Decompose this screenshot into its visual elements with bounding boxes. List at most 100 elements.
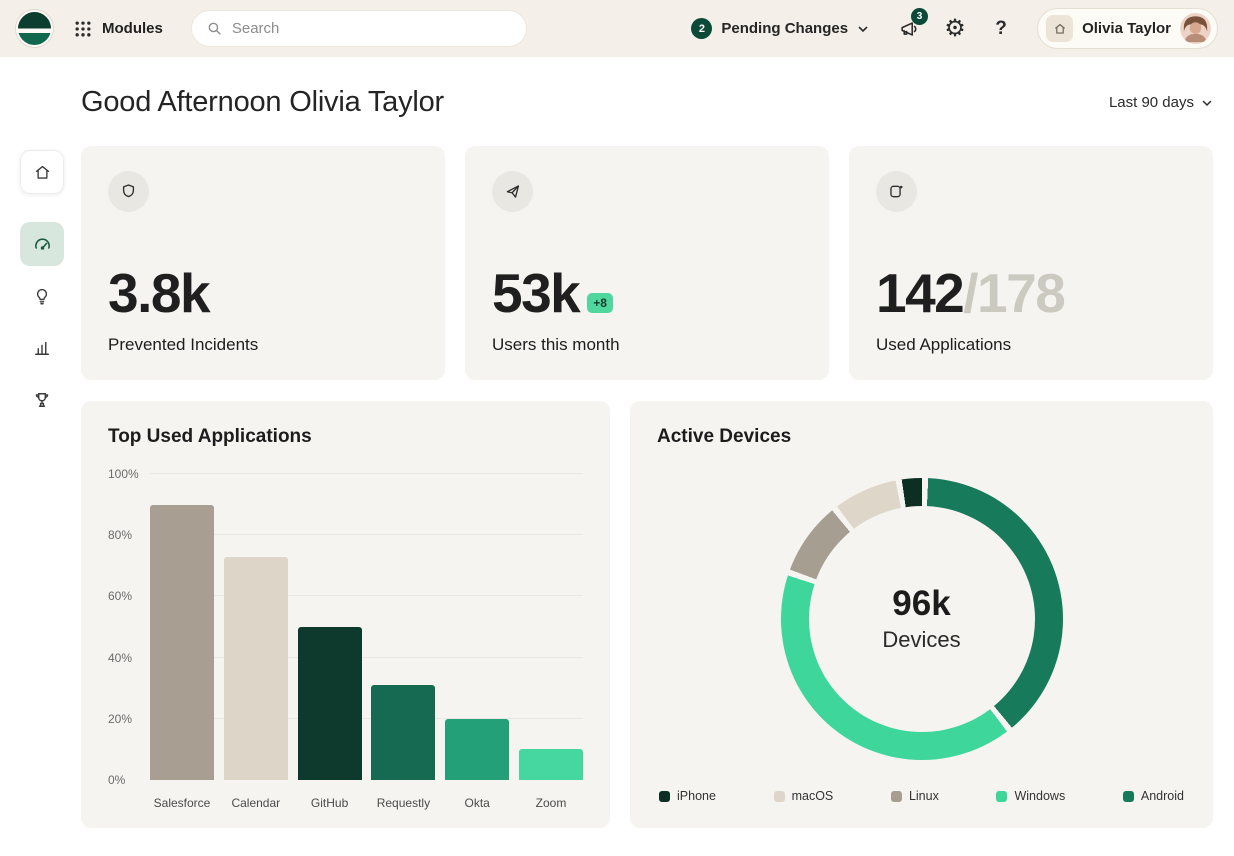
stat-value-total: /178 [963, 261, 1066, 324]
app-window-icon [876, 171, 917, 212]
legend-item-windows: Windows [996, 789, 1065, 803]
notifications-count-badge: 3 [911, 7, 929, 25]
org-home-icon [1046, 15, 1074, 42]
bar-y-axis: 0% 20% 40% 60% 80% 100% [108, 467, 150, 787]
stat-card-prevented-incidents: 3.8k Prevented Incidents [81, 146, 445, 380]
charts-row: Top Used Applications 0% 20% 40% 60% 80% 100%… [81, 401, 1213, 828]
search-input[interactable] [231, 20, 512, 37]
y-tick-label: 40% [108, 650, 133, 665]
bar-zoom [518, 749, 583, 780]
sidebar-item-home[interactable] [20, 150, 64, 194]
active-devices-card: Active Devices 96k Devices iPhone macOS Li… [630, 401, 1213, 828]
pending-changes-label: Pending Changes [721, 20, 849, 37]
shield-icon [108, 171, 149, 212]
pending-changes-count-badge: 2 [691, 18, 713, 39]
legend-item-linux: Linux [890, 789, 939, 803]
user-name: Olivia Taylor [1082, 20, 1171, 37]
bar-github [297, 627, 362, 780]
bar-chart-icon [32, 338, 52, 358]
main-content: Good Afternoon Olivia Taylor Last 90 day… [81, 57, 1213, 828]
home-icon [33, 163, 52, 182]
y-tick-label: 20% [108, 711, 133, 726]
x-axis-label: GitHub [310, 796, 349, 810]
stat-value: 53k [492, 261, 581, 324]
trophy-icon [32, 390, 52, 410]
x-axis-label: Okta [464, 796, 490, 810]
donut-legend: iPhone macOS Linux Windows Android [657, 789, 1186, 803]
date-range-selector[interactable]: Last 90 days [1109, 94, 1213, 111]
bar-x-labels: Salesforce Calendar GitHub Requestly Okta Zoo… [150, 796, 583, 810]
sidebar-item-dashboard[interactable] [20, 222, 64, 266]
bars [150, 474, 583, 780]
gear-icon: ⚙ [944, 14, 966, 42]
sidebar-item-achievements[interactable] [20, 378, 64, 422]
bar-okta [445, 718, 510, 780]
modules-label: Modules [102, 20, 163, 37]
grid-icon [73, 19, 93, 39]
donut-chart-title: Active Devices [657, 426, 792, 447]
stat-card-users-this-month: 53k +8 Users this month [465, 146, 829, 380]
legend-swatch [890, 790, 902, 802]
top-used-applications-card: Top Used Applications 0% 20% 40% 60% 80% 100%… [81, 401, 610, 828]
legend-label: Windows [1014, 789, 1066, 803]
legend-label: iPhone [677, 789, 716, 803]
sidebar [20, 150, 64, 422]
avatar [1180, 13, 1211, 44]
page-title: Good Afternoon Olivia Taylor [81, 86, 445, 118]
user-menu[interactable]: Olivia Taylor [1037, 8, 1218, 49]
stat-label: Used Applications [876, 335, 1012, 354]
modules-button[interactable]: Modules [73, 19, 163, 39]
donut-center: 96k Devices [808, 505, 1035, 732]
announcements-button[interactable]: 3 [893, 7, 929, 45]
sidebar-item-reports[interactable] [20, 326, 64, 370]
bar-requestly [371, 685, 436, 780]
legend-label: Linux [908, 789, 939, 803]
send-icon [492, 171, 533, 212]
stat-label: Prevented Incidents [108, 335, 259, 354]
legend-item-iphone: iPhone [659, 789, 716, 803]
help-button[interactable]: ? [985, 13, 1017, 45]
date-range-label: Last 90 days [1108, 94, 1194, 111]
y-tick-label: 0% [108, 773, 126, 787]
legend-swatch [1122, 790, 1134, 802]
bar-chart-title: Top Used Applications [108, 426, 312, 447]
stat-label: Users this month [492, 335, 620, 354]
bar-calendar [223, 556, 288, 780]
legend-swatch [773, 790, 785, 802]
help-icon: ? [995, 17, 1007, 39]
chevron-down-icon [857, 23, 869, 35]
stat-card-used-applications: 142 /178 Used Applications [849, 146, 1213, 380]
pending-changes-button[interactable]: 2 Pending Changes [691, 18, 869, 39]
search-box[interactable] [190, 10, 527, 47]
donut-center-value: 96k [892, 584, 951, 623]
legend-swatch [996, 790, 1008, 802]
chevron-down-icon [1201, 97, 1213, 109]
x-axis-label: Calendar [231, 796, 281, 810]
x-axis-label: Zoom [535, 796, 567, 810]
gauge-icon [32, 234, 53, 255]
settings-button[interactable]: ⚙ [939, 13, 971, 45]
y-tick-label: 80% [108, 528, 133, 543]
y-tick-label: 100% [108, 467, 139, 481]
topbar: Modules 2 Pending Changes 3 ⚙ [0, 0, 1234, 57]
stat-delta-badge: +8 [587, 293, 613, 313]
x-axis-label: Salesforce [153, 796, 211, 810]
legend-label: Android [1140, 789, 1184, 803]
stat-value: 3.8k [108, 261, 211, 324]
legend-item-android: Android [1122, 789, 1184, 803]
sidebar-item-insights[interactable] [20, 274, 64, 318]
search-icon [206, 20, 223, 37]
bar-plot [150, 473, 583, 780]
donut-wrap: 96k Devices [657, 448, 1186, 789]
app-logo[interactable] [16, 10, 53, 47]
legend-swatch [659, 790, 670, 802]
x-axis-label: Requestly [376, 796, 431, 810]
legend-item-macos: macOS [773, 789, 834, 803]
lightbulb-icon [32, 286, 52, 306]
stats-row: 3.8k Prevented Incidents 53k +8 Users th… [81, 146, 1213, 380]
legend-label: macOS [791, 789, 834, 803]
y-tick-label: 60% [108, 589, 133, 604]
stat-value: 142 [876, 261, 965, 324]
donut-center-label: Devices [882, 627, 961, 652]
bar-salesforce [150, 504, 214, 780]
